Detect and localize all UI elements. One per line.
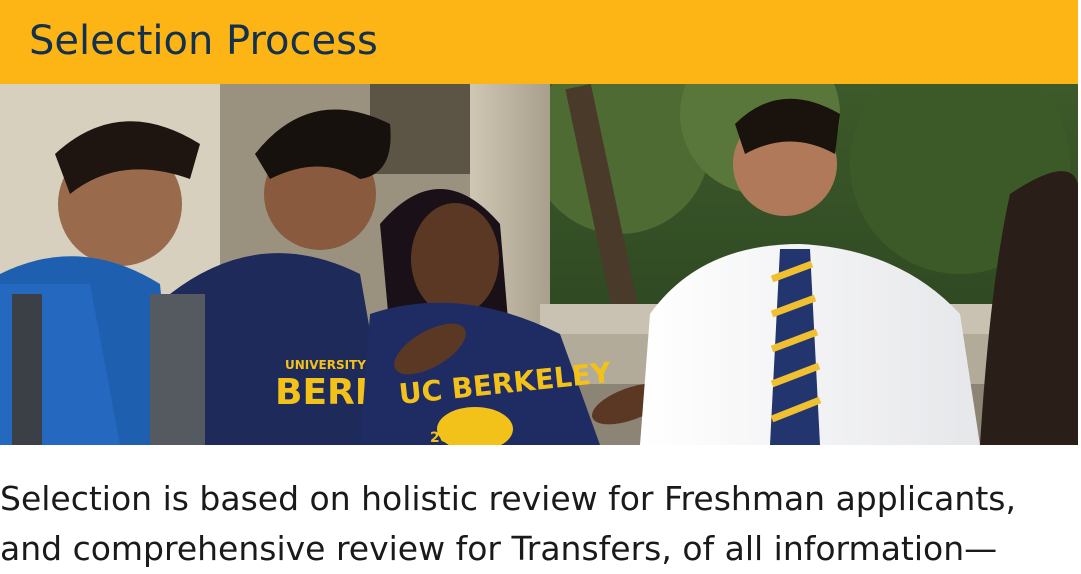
sweatshirt-badge: 20 xyxy=(430,430,450,445)
section-header: Selection Process xyxy=(0,0,1078,84)
body-line-1: Selection is based on holistic review fo… xyxy=(0,479,1016,518)
section-title: Selection Process xyxy=(29,18,378,64)
students-photo: BERKELEY UNIVERSITY OF UC BERKELEY 20 xyxy=(0,84,1078,445)
body-paragraph: Selection is based on holistic review fo… xyxy=(0,474,1078,574)
photo-illustration: BERKELEY UNIVERSITY OF UC BERKELEY 20 xyxy=(0,84,1078,445)
body-line-2: and comprehensive review for Transfers, … xyxy=(0,529,998,568)
